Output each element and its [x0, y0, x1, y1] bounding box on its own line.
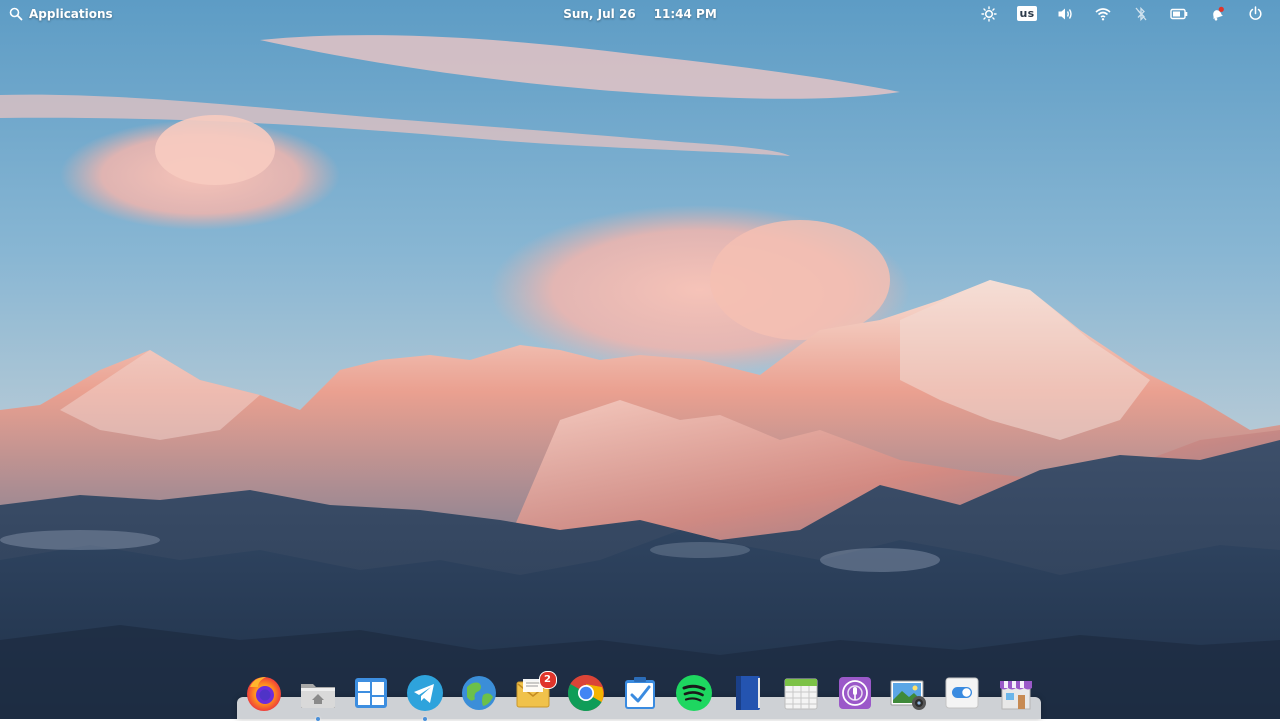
dock-item-system-settings[interactable] — [940, 671, 984, 715]
indicator-area: us — [970, 0, 1280, 27]
running-indicator — [315, 717, 320, 721]
spotify-icon — [675, 675, 712, 711]
dock-item-podcasts[interactable] — [833, 671, 877, 715]
dock-item-web-browser[interactable] — [457, 671, 501, 715]
power-status-indicator[interactable] — [1160, 0, 1198, 27]
datetime-indicator[interactable]: Sun, Jul 26 11:44 PM — [563, 7, 717, 21]
firefox-icon — [247, 677, 281, 711]
network-indicator[interactable] — [1084, 0, 1122, 27]
applications-label: Applications — [29, 6, 113, 21]
telegram-icon — [407, 675, 444, 711]
time-label: 11:44 PM — [653, 6, 717, 21]
unread-badge: 2 — [538, 671, 557, 689]
session-indicator[interactable] — [1236, 0, 1274, 27]
dock-item-chrome[interactable] — [564, 671, 608, 715]
notifications-icon — [1209, 6, 1225, 22]
bluetooth-indicator[interactable] — [1122, 0, 1160, 27]
dock-item-photos[interactable] — [886, 671, 930, 715]
dock-item-firefox[interactable] — [242, 671, 286, 715]
photos-icon — [890, 680, 927, 710]
wifi-icon — [1095, 7, 1111, 21]
keyboard-layout-indicator[interactable]: us — [1008, 0, 1046, 27]
applications-menu-button[interactable]: Applications — [0, 7, 113, 21]
dock-item-mail[interactable]: 2 — [511, 671, 557, 715]
dock-item-appcenter[interactable] — [994, 671, 1038, 715]
dock-item-multitasking-view[interactable] — [349, 671, 393, 715]
dock-item-tasks[interactable] — [618, 671, 662, 715]
settings-toggle-icon — [945, 677, 979, 709]
volume-icon — [1057, 6, 1074, 22]
dock-item-spotify[interactable] — [672, 671, 716, 715]
tasks-icon — [624, 677, 655, 709]
dock-items: 2 — [242, 671, 1038, 721]
dock-item-files[interactable] — [296, 671, 340, 721]
date-label: Sun, Jul 26 — [563, 6, 636, 21]
night-light-indicator[interactable] — [970, 0, 1008, 27]
appcenter-icon — [999, 681, 1032, 710]
wallpaper — [0, 0, 1280, 719]
folder-home-icon — [300, 684, 335, 708]
battery-icon — [1170, 8, 1188, 20]
notebook-icon — [736, 676, 761, 710]
top-panel: Applications Sun, Jul 26 11:44 PM us — [0, 0, 1280, 27]
night-light-icon — [981, 5, 997, 22]
desktop[interactable]: Applications Sun, Jul 26 11:44 PM us 2 — [0, 0, 1280, 721]
multitasking-view-icon — [355, 678, 388, 708]
search-icon — [9, 7, 23, 21]
volume-indicator[interactable] — [1046, 0, 1084, 27]
power-icon — [1248, 6, 1263, 21]
dock-item-notebook[interactable] — [725, 671, 769, 715]
calendar-icon — [784, 678, 818, 710]
globe-icon — [461, 676, 496, 710]
bluetooth-off-icon — [1134, 6, 1148, 22]
running-indicator — [423, 717, 428, 721]
dock-item-calendar[interactable] — [779, 671, 823, 715]
keyboard-layout-label: us — [1016, 6, 1038, 21]
dock-item-telegram[interactable] — [403, 671, 447, 721]
chrome-icon — [568, 675, 605, 712]
notifications-indicator[interactable] — [1198, 0, 1236, 27]
podcasts-icon — [838, 677, 871, 709]
